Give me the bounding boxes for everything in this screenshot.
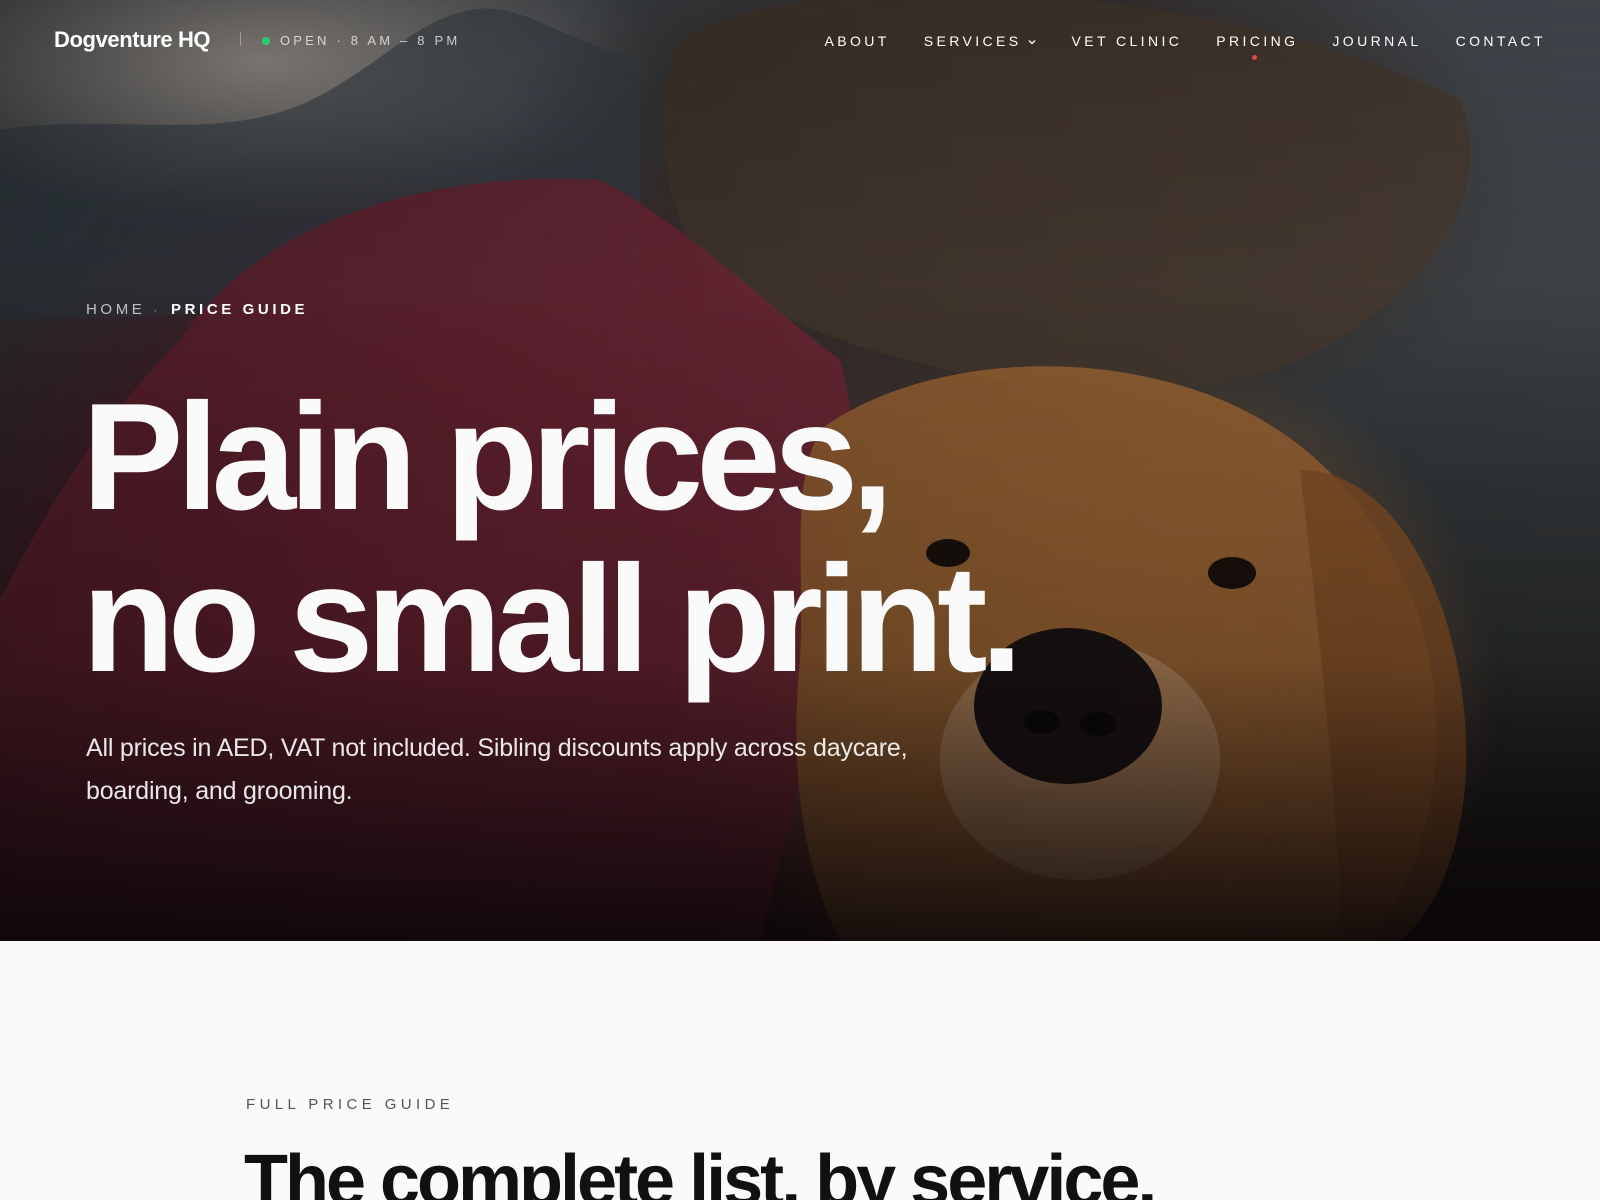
hero-subtitle-line-2: boarding, and grooming. (86, 777, 353, 805)
nav-item-vet-clinic[interactable]: VET CLINIC (1072, 31, 1183, 51)
nav-item-label: VET CLINIC (1071, 33, 1183, 49)
open-status-dot-icon (262, 37, 270, 45)
hero-subtitle-line-1: All prices in AED, VAT not included. Sib… (86, 734, 908, 762)
nav-item-label: SERVICES (923, 33, 1022, 49)
hero-section: Dogventure HQ OPEN · 8 AM – 8 PM ABOUT S… (0, 0, 1600, 941)
nav-item-label: ABOUT (824, 33, 890, 49)
section-title: The complete list, by service. (244, 1141, 1157, 1200)
hero-subtitle: All prices in AED, VAT not included. Sib… (86, 727, 986, 813)
brand-divider (240, 32, 241, 46)
top-navbar: Dogventure HQ OPEN · 8 AM – 8 PM ABOUT S… (54, 26, 1546, 60)
hero-title: Plain prices, no small print. (82, 376, 1182, 700)
breadcrumb-separator: · (153, 302, 162, 317)
nav-item-about[interactable]: ABOUT (825, 31, 890, 51)
nav-item-services[interactable]: SERVICES (924, 31, 1038, 51)
opening-hours-text: OPEN · 8 AM – 8 PM (280, 33, 461, 48)
nav-item-contact[interactable]: CONTACT (1456, 31, 1546, 51)
hero-title-line-2: no small print. (82, 534, 1023, 704)
breadcrumb-current: PRICE GUIDE (171, 301, 309, 318)
hero-title-line-1: Plain prices, (82, 372, 894, 542)
breadcrumb-home-link[interactable]: HOME (86, 301, 145, 318)
nav-item-journal[interactable]: JOURNAL (1332, 31, 1421, 51)
brand-logo-link[interactable]: Dogventure HQ (54, 26, 211, 54)
opening-hours-status: OPEN · 8 AM – 8 PM (262, 34, 460, 48)
chevron-down-icon (1026, 34, 1038, 46)
nav-item-label: JOURNAL (1332, 33, 1422, 49)
main-nav: ABOUT SERVICES VET CLINIC PRICING JOURNA… (791, 31, 1546, 60)
nav-item-label: CONTACT (1455, 33, 1546, 49)
nav-item-label: PRICING (1216, 33, 1299, 49)
section-eyebrow: FULL PRICE GUIDE (246, 1096, 455, 1113)
price-guide-section: FULL PRICE GUIDE The complete list, by s… (0, 941, 1600, 1200)
nav-item-pricing[interactable]: PRICING (1216, 31, 1299, 60)
breadcrumb: HOME · PRICE GUIDE (86, 301, 308, 318)
